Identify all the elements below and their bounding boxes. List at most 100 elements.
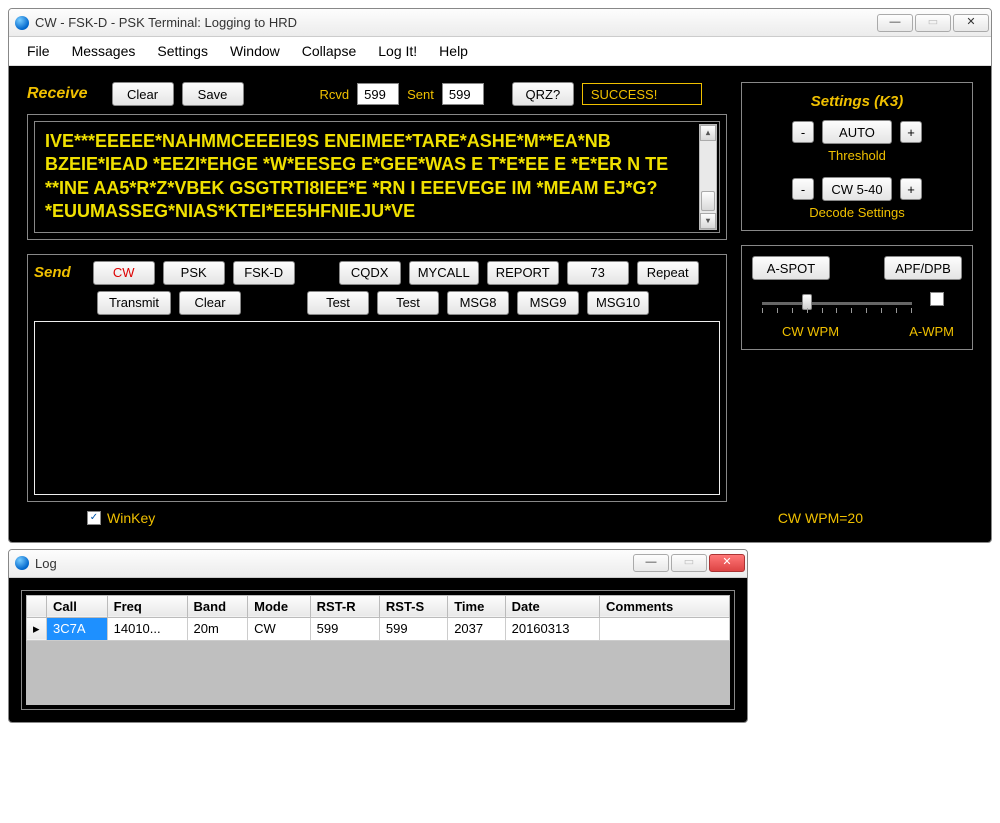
- col-rstr[interactable]: RST-R: [310, 595, 379, 617]
- winkey-checkbox[interactable]: ✓: [87, 511, 101, 525]
- threshold-row: - AUTO +: [752, 120, 962, 144]
- menu-logit[interactable]: Log It!: [378, 43, 417, 59]
- qrz-status: SUCCESS!: [582, 83, 702, 105]
- col-mode[interactable]: Mode: [248, 595, 311, 617]
- mode-fskd-button[interactable]: FSK-D: [233, 261, 295, 285]
- sent-label: Sent: [407, 87, 434, 102]
- send-frame: Send CW PSK FSK-D CQDX MYCALL REPORT 73 …: [27, 254, 727, 502]
- macro-test1-button[interactable]: Test: [307, 291, 369, 315]
- cell-band[interactable]: 20m: [187, 617, 248, 640]
- menubar: File Messages Settings Window Collapse L…: [9, 37, 991, 66]
- table-row[interactable]: ▸ 3C7A 14010... 20m CW 599 599 2037 2016…: [27, 617, 730, 640]
- log-table[interactable]: Call Freq Band Mode RST-R RST-S Time Dat…: [26, 595, 730, 641]
- col-rsts[interactable]: RST-S: [379, 595, 447, 617]
- mode-psk-button[interactable]: PSK: [163, 261, 225, 285]
- wpm-panel: A-SPOT APF/DPB: [741, 245, 973, 350]
- log-maximize-button[interactable]: ▭: [671, 554, 707, 572]
- macro-repeat-button[interactable]: Repeat: [637, 261, 699, 285]
- cell-rstr[interactable]: 599: [310, 617, 379, 640]
- receive-textarea[interactable]: IVE***EEEEE*NAHMMCEEEIE9S ENEIMEE*TARE*A…: [34, 121, 720, 233]
- log-rowhead: [27, 595, 47, 617]
- close-button[interactable]: ✕: [953, 14, 989, 32]
- menu-file[interactable]: File: [27, 43, 50, 59]
- main-window: CW - FSK-D - PSK Terminal: Logging to HR…: [8, 8, 992, 543]
- footer: ✓ WinKey CW WPM=20: [27, 502, 973, 528]
- send-label: Send: [34, 264, 71, 281]
- receive-toolbar: Receive Clear Save Rcvd 599 Sent 599 QRZ…: [27, 82, 727, 106]
- macro-msg8-button[interactable]: MSG8: [447, 291, 509, 315]
- minimize-button[interactable]: —: [877, 14, 913, 32]
- a-wpm-label: A-WPM: [909, 324, 954, 339]
- receive-frame: IVE***EEEEE*NAHMMCEEEIE9S ENEIMEE*TARE*A…: [27, 114, 727, 240]
- row-handle[interactable]: ▸: [27, 617, 47, 640]
- col-time[interactable]: Time: [448, 595, 505, 617]
- cell-time[interactable]: 2037: [448, 617, 505, 640]
- macro-73-button[interactable]: 73: [567, 261, 629, 285]
- apf-button[interactable]: APF/DPB: [884, 256, 962, 280]
- main-titlebar: CW - FSK-D - PSK Terminal: Logging to HR…: [9, 9, 991, 37]
- cell-date[interactable]: 20160313: [505, 617, 599, 640]
- cell-call[interactable]: 3C7A: [47, 617, 108, 640]
- send-clear-button[interactable]: Clear: [179, 291, 241, 315]
- log-panel: Call Freq Band Mode RST-R RST-S Time Dat…: [9, 578, 747, 722]
- send-row2: Transmit Clear Test Test MSG8 MSG9 MSG10: [34, 291, 720, 315]
- threshold-minus-button[interactable]: -: [792, 121, 814, 143]
- menu-window[interactable]: Window: [230, 43, 280, 59]
- log-header-row: Call Freq Band Mode RST-R RST-S Time Dat…: [27, 595, 730, 617]
- receive-text: IVE***EEEEE*NAHMMCEEEIE9S ENEIMEE*TARE*A…: [45, 130, 709, 224]
- macro-msg9-button[interactable]: MSG9: [517, 291, 579, 315]
- scroll-up-icon[interactable]: ▴: [700, 125, 716, 141]
- rcvd-input[interactable]: 599: [357, 83, 399, 105]
- cell-freq[interactable]: 14010...: [107, 617, 187, 640]
- menu-collapse[interactable]: Collapse: [302, 43, 356, 59]
- decode-button[interactable]: CW 5-40: [822, 177, 892, 201]
- log-app-icon: [15, 556, 29, 570]
- cell-mode[interactable]: CW: [248, 617, 311, 640]
- sent-input[interactable]: 599: [442, 83, 484, 105]
- col-freq[interactable]: Freq: [107, 595, 187, 617]
- maximize-button[interactable]: ▭: [915, 14, 951, 32]
- macro-report-button[interactable]: REPORT: [487, 261, 559, 285]
- menu-settings[interactable]: Settings: [157, 43, 208, 59]
- a-wpm-checkbox[interactable]: [930, 292, 944, 306]
- log-titlebar: Log — ▭ ✕: [9, 550, 747, 578]
- mode-cw-button[interactable]: CW: [93, 261, 155, 285]
- qrz-button[interactable]: QRZ?: [512, 82, 574, 106]
- threshold-button[interactable]: AUTO: [822, 120, 892, 144]
- log-table-wrap: Call Freq Band Mode RST-R RST-S Time Dat…: [26, 595, 730, 705]
- slider-row: [752, 286, 962, 316]
- receive-label: Receive: [27, 85, 88, 103]
- decode-minus-button[interactable]: -: [792, 178, 814, 200]
- transmit-button[interactable]: Transmit: [97, 291, 171, 315]
- col-comments[interactable]: Comments: [600, 595, 730, 617]
- macro-cqdx-button[interactable]: CQDX: [339, 261, 401, 285]
- rcvd-label: Rcvd: [320, 87, 350, 102]
- threshold-plus-button[interactable]: +: [900, 121, 922, 143]
- menu-messages[interactable]: Messages: [72, 43, 136, 59]
- macro-msg10-button[interactable]: MSG10: [587, 291, 649, 315]
- decode-plus-button[interactable]: +: [900, 178, 922, 200]
- col-date[interactable]: Date: [505, 595, 599, 617]
- receive-clear-button[interactable]: Clear: [112, 82, 174, 106]
- cell-comments[interactable]: [600, 617, 730, 640]
- menu-help[interactable]: Help: [439, 43, 468, 59]
- wpm-status: CW WPM=20: [778, 510, 863, 526]
- macro-mycall-button[interactable]: MYCALL: [409, 261, 479, 285]
- cell-rsts[interactable]: 599: [379, 617, 447, 640]
- receive-save-button[interactable]: Save: [182, 82, 244, 106]
- spot-row: A-SPOT APF/DPB: [752, 256, 962, 280]
- send-textarea[interactable]: [34, 321, 720, 495]
- cw-wpm-slider[interactable]: [762, 290, 912, 316]
- macro-test2-button[interactable]: Test: [377, 291, 439, 315]
- col-band[interactable]: Band: [187, 595, 248, 617]
- receive-scrollbar[interactable]: ▴ ▾: [699, 124, 717, 230]
- scroll-thumb[interactable]: [701, 191, 715, 211]
- aspot-button[interactable]: A-SPOT: [752, 256, 830, 280]
- settings-panel: Settings (K3) - AUTO + Threshold - CW 5-…: [741, 82, 973, 231]
- main-window-title: CW - FSK-D - PSK Terminal: Logging to HR…: [35, 15, 877, 30]
- log-close-button[interactable]: ✕: [709, 554, 745, 572]
- scroll-down-icon[interactable]: ▾: [700, 213, 716, 229]
- col-call[interactable]: Call: [47, 595, 108, 617]
- log-minimize-button[interactable]: —: [633, 554, 669, 572]
- main-panel: Receive Clear Save Rcvd 599 Sent 599 QRZ…: [9, 66, 991, 542]
